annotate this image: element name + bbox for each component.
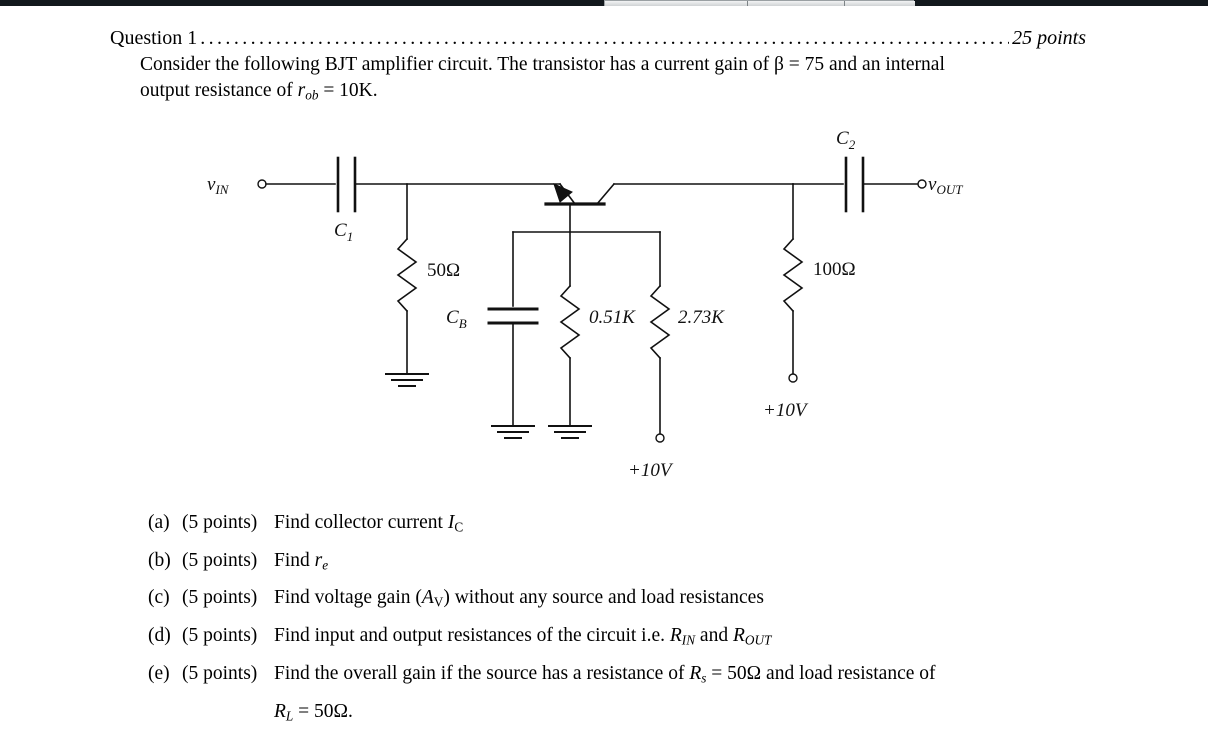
sub-question-b: (b) (5 points) Find re [148, 544, 1088, 582]
supply-terminal-center-node [655, 433, 665, 443]
resistor-2-73k [649, 284, 671, 360]
label-supply-center: +10V [628, 460, 674, 481]
resistor-100-ohm [782, 237, 804, 313]
sub-question-b-text: Find re [274, 549, 329, 573]
label-c1: C1 [334, 220, 353, 244]
sub-question-a-label: (a) [148, 512, 170, 533]
output-terminal-node [917, 179, 927, 189]
sub-question-e-points: (5 points) [182, 662, 258, 684]
sub-question-e-label: (e) [148, 662, 170, 684]
label-v-out: vOUT [928, 174, 963, 197]
sub-question-b-points: (5 points) [182, 549, 258, 571]
variable-rout: R [732, 625, 745, 647]
sub-question-c-text: Find voltage gain (AV) without any sourc… [274, 587, 764, 610]
variable-av: A [421, 587, 434, 609]
circuit-svg: vIN C1 50Ω CB 0.51K 2.73K 100Ω +10V +10V… [207, 128, 963, 481]
label-r051k: 0.51K [589, 307, 636, 328]
sub-question-e: (e) (5 points) Find the overall gain if … [148, 657, 1088, 695]
sub-question-d-label: (d) [148, 625, 171, 647]
page-title: Question 1 [110, 27, 198, 49]
sub-question-e-text: Find the overall gain if the source has … [274, 662, 936, 686]
input-terminal-node [257, 179, 267, 189]
sub-question-a-text: Find collector current IC [274, 512, 464, 535]
circuit-diagram: vIN C1 50Ω CB 0.51K 2.73K 100Ω +10V +10V… [0, 116, 1208, 496]
question-body-line1: Consider the following BJT amplifier cir… [140, 54, 945, 75]
sub-question-c-label: (c) [148, 587, 170, 609]
resistor-0-51k [559, 284, 581, 360]
transistor-collector-lead [595, 182, 616, 206]
sub-question-c-points: (5 points) [182, 587, 258, 609]
sub-questions-list: (a) (5 points) Find collector current IC… [148, 506, 1088, 732]
question-body: Consider the following BJT amplifier cir… [140, 52, 1087, 107]
label-r50: 50Ω [427, 260, 460, 281]
label-supply-right: +10V [763, 400, 809, 421]
sub-question-d-points: (5 points) [182, 625, 258, 647]
variable-rin: R [669, 625, 682, 647]
document-page: Question 1 .............................… [0, 6, 1208, 723]
question-body-line2: output resistance of rob = 10K. [140, 79, 378, 102]
supply-terminal-right-node [788, 373, 798, 383]
sub-question-a-points: (5 points) [182, 512, 258, 533]
sub-question-b-label: (b) [148, 549, 171, 571]
sub-question-c: (c) (5 points) Find voltage gain (AV) wi… [148, 581, 1088, 619]
sub-question-d: (d) (5 points) Find input and output res… [148, 619, 1088, 657]
variable-rs: R [689, 662, 702, 684]
label-c2: C2 [836, 128, 856, 152]
sub-question-d-text: Find input and output resistances of the… [274, 625, 772, 648]
sub-question-a: (a) (5 points) Find collector current IC [148, 506, 1088, 544]
variable-rl: R [274, 700, 286, 722]
sub-question-e-continuation: RL = 50Ω. [274, 700, 353, 724]
label-r100: 100Ω [813, 259, 856, 280]
dotted-leader: ........................................… [200, 27, 1010, 49]
label-v-in: vIN [207, 174, 230, 197]
resistor-50-ohm [396, 237, 418, 313]
label-r273k: 2.73K [678, 307, 725, 328]
label-cb: CB [446, 307, 467, 331]
question-header: Question 1 .............................… [110, 26, 1086, 50]
question-points: 25 points [1012, 27, 1086, 49]
